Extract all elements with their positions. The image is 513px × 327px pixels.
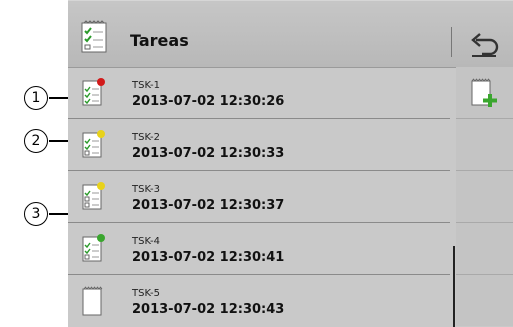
callout-1: 1 — [24, 86, 48, 110]
task-id: TSK-5 — [132, 288, 160, 299]
task-blank-icon — [82, 286, 103, 316]
tasks-panel: Tareas TSK-1 2013-07-02 12:30:26 TSK-2 2… — [68, 0, 513, 327]
task-datetime: 2013-07-02 12:30:41 — [132, 250, 285, 265]
back-arrow-icon[interactable] — [466, 26, 502, 60]
task-list-icon — [81, 20, 107, 53]
task-id: TSK-3 — [132, 184, 160, 195]
add-task-icon — [471, 78, 497, 107]
task-datetime: 2013-07-02 12:30:43 — [132, 302, 285, 317]
task-status-green-icon — [82, 234, 105, 262]
task-status-yellow-icon — [82, 182, 105, 210]
side-button-3[interactable] — [456, 171, 513, 223]
callout-2: 2 — [24, 129, 48, 153]
task-row-3[interactable]: TSK-3 2013-07-02 12:30:37 — [68, 171, 450, 223]
task-status-yellow-icon — [82, 130, 105, 158]
task-datetime: 2013-07-02 12:30:33 — [132, 146, 285, 161]
add-task-button[interactable] — [456, 67, 513, 119]
task-id: TSK-2 — [132, 132, 160, 143]
side-button-5[interactable] — [456, 275, 513, 326]
task-row-4[interactable]: TSK-4 2013-07-02 12:30:41 — [68, 223, 450, 275]
task-datetime: 2013-07-02 12:30:26 — [132, 94, 285, 109]
task-id: TSK-1 — [132, 80, 160, 91]
task-datetime: 2013-07-02 12:30:37 — [132, 198, 285, 213]
task-row-5[interactable]: TSK-5 2013-07-02 12:30:43 — [68, 275, 450, 326]
header-bar: Tareas — [68, 0, 513, 68]
task-list: TSK-1 2013-07-02 12:30:26 TSK-2 2013-07-… — [68, 67, 450, 327]
header-divider — [451, 27, 452, 57]
page-title: Tareas — [130, 31, 189, 50]
task-status-red-icon — [82, 78, 105, 106]
scrollbar[interactable] — [453, 246, 455, 327]
callout-3: 3 — [24, 202, 48, 226]
side-toolbar — [456, 67, 513, 327]
task-row-2[interactable]: TSK-2 2013-07-02 12:30:33 — [68, 119, 450, 171]
task-row-1[interactable]: TSK-1 2013-07-02 12:30:26 — [68, 67, 450, 119]
side-button-4[interactable] — [456, 223, 513, 275]
task-id: TSK-4 — [132, 236, 160, 247]
side-button-2[interactable] — [456, 119, 513, 171]
